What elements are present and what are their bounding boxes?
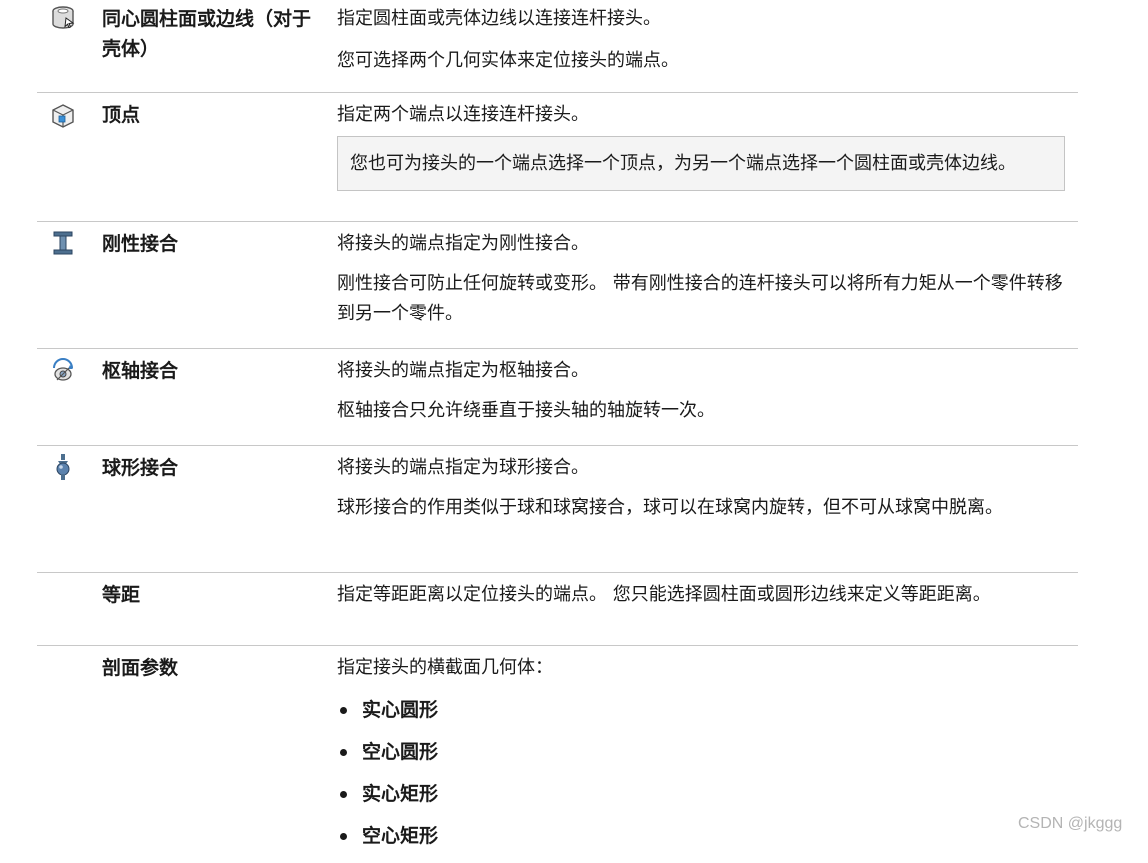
concentric-cylinder-icon: [49, 4, 77, 32]
ball-joint-icon: [49, 453, 77, 481]
term-description: 指定圆柱面或壳体边线以连接连杆接头。 您可选择两个几何实体来定位接头的端点。: [337, 4, 1067, 76]
description-paragraph: 将接头的端点指定为枢轴接合。: [337, 360, 589, 381]
term-description: 将接头的端点指定为球形接合。 球形接合的作用类似于球和球窝接合，球可以在球窝内旋…: [337, 453, 1067, 523]
table-row: 顶点 指定两个端点以连接连杆接头。您也可为接头的一个端点选择一个顶点，为另一个端…: [37, 93, 1078, 222]
term-description: 指定等距距离以定位接头的端点。 您只能选择圆柱面或圆形边线来定义等距距离。: [337, 580, 1067, 610]
table-row: 枢轴接合 将接头的端点指定为枢轴接合。 枢轴接合只允许绕垂直于接头轴的轴旋转一次…: [37, 349, 1078, 446]
list-item: 空心矩形: [337, 821, 1067, 863]
note-box: 您也可为接头的一个端点选择一个顶点，为另一个端点选择一个圆柱面或壳体边线。: [337, 136, 1065, 191]
term-label: 顶点: [102, 104, 141, 126]
pivot-joint-icon: [49, 356, 77, 384]
description-paragraph: 指定等距距离以定位接头的端点。 您只能选择圆柱面或圆形边线来定义等距距离。: [337, 584, 991, 605]
term-label: 等距: [102, 584, 141, 606]
rigid-joint-icon: [49, 229, 77, 257]
description-paragraph: 枢轴接合只允许绕垂直于接头轴的轴旋转一次。: [337, 400, 715, 421]
table-row: 同心圆柱面或边线（对于壳体） 指定圆柱面或壳体边线以连接连杆接头。 您可选择两个…: [37, 0, 1078, 93]
description-paragraph: 球形接合的作用类似于球和球窝接合，球可以在球窝内旋转，但不可从球窝中脱离。: [337, 497, 1003, 518]
term-label: 球形接合: [102, 457, 179, 479]
description-paragraph: 指定两个端点以连接连杆接头。: [337, 104, 589, 125]
term-description: 指定两个端点以连接连杆接头。您也可为接头的一个端点选择一个顶点，为另一个端点选择…: [337, 100, 1067, 191]
bullet-list: 实心圆形 空心圆形 实心矩形 空心矩形: [337, 695, 1067, 863]
list-item: 实心矩形: [337, 779, 1067, 821]
description-paragraph: 将接头的端点指定为刚性接合。: [337, 233, 589, 254]
description-paragraph: 将接头的端点指定为球形接合。: [337, 457, 589, 478]
description-paragraph: 刚性接合可防止任何旋转或变形。 带有刚性接合的连杆接头可以将所有力矩从一个零件转…: [337, 273, 1063, 324]
list-item: 空心圆形: [337, 737, 1067, 779]
term-label: 同心圆柱面或边线（对于壳体）: [102, 8, 312, 60]
description-paragraph: 指定圆柱面或壳体边线以连接连杆接头。: [337, 8, 661, 29]
term-label: 剖面参数: [102, 657, 179, 679]
term-description: 指定接头的横截面几何体： 实心圆形 空心圆形 实心矩形 空心矩形: [337, 653, 1067, 863]
term-description: 将接头的端点指定为枢轴接合。 枢轴接合只允许绕垂直于接头轴的轴旋转一次。: [337, 356, 1067, 426]
term-description: 将接头的端点指定为刚性接合。 刚性接合可防止任何旋转或变形。 带有刚性接合的连杆…: [337, 229, 1067, 329]
table-row: 剖面参数 指定接头的横截面几何体： 实心圆形 空心圆形 实心矩形 空心矩形: [37, 646, 1078, 856]
vertex-cube-icon: [49, 102, 77, 130]
watermark-text: CSDN @jkggg: [1018, 815, 1123, 832]
list-item: 实心圆形: [337, 695, 1067, 737]
description-paragraph: 您可选择两个几何实体来定位接头的端点。: [337, 50, 679, 71]
definition-table: 同心圆柱面或边线（对于壳体） 指定圆柱面或壳体边线以连接连杆接头。 您可选择两个…: [37, 0, 1078, 856]
description-paragraph: 指定接头的横截面几何体：: [337, 657, 553, 678]
term-label: 刚性接合: [102, 233, 179, 255]
table-row: 球形接合 将接头的端点指定为球形接合。 球形接合的作用类似于球和球窝接合，球可以…: [37, 446, 1078, 573]
term-label: 枢轴接合: [102, 360, 179, 382]
table-row: 刚性接合 将接头的端点指定为刚性接合。 刚性接合可防止任何旋转或变形。 带有刚性…: [37, 222, 1078, 349]
table-row: 等距 指定等距距离以定位接头的端点。 您只能选择圆柱面或圆形边线来定义等距距离。: [37, 573, 1078, 646]
